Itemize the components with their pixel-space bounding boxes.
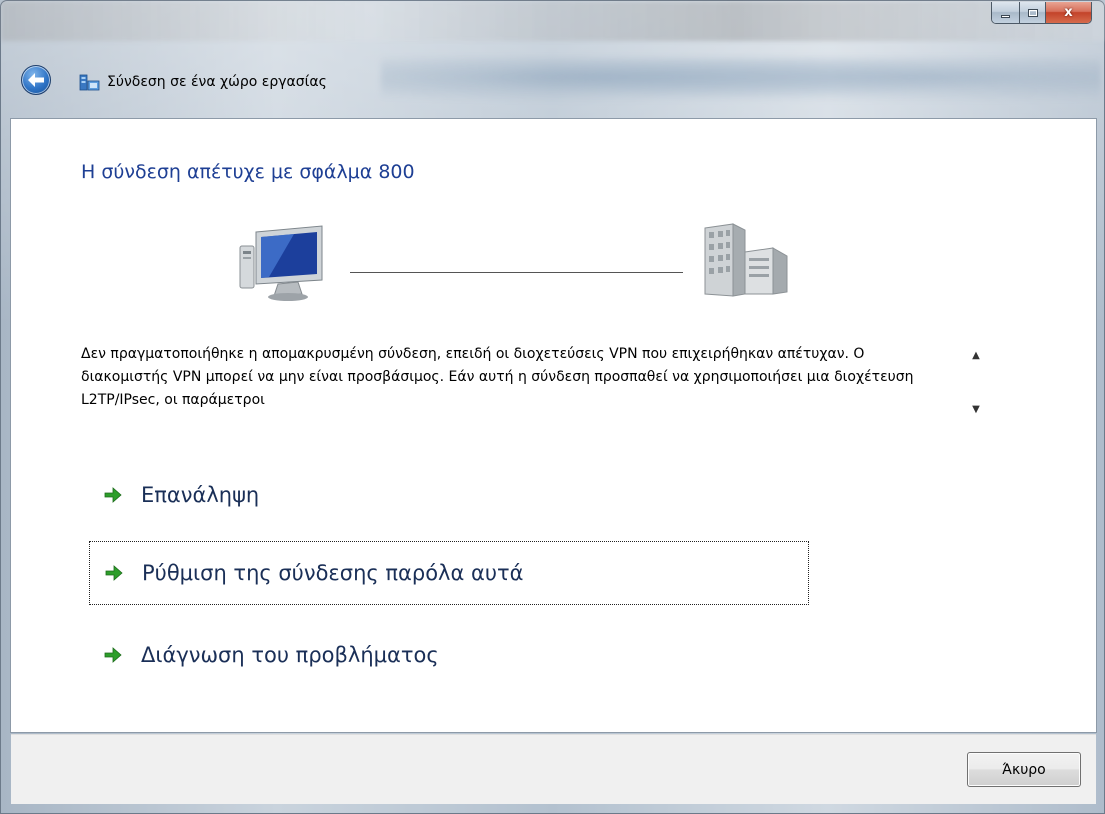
frame-glass-top (1, 1, 1105, 41)
setup-anyway-link[interactable]: Ρύθμιση της σύνδεσης παρόλα αυτά (89, 541, 809, 605)
scroll-down-button[interactable]: ▼ (966, 399, 986, 419)
green-arrow-icon (105, 565, 123, 581)
minimize-icon (1001, 14, 1010, 18)
diagnose-link[interactable]: Διάγνωση του προβλήματος (89, 623, 809, 687)
close-button[interactable]: x (1045, 2, 1091, 23)
error-message: Δεν πραγματοποιήθηκε η απομακρυσμένη σύν… (81, 346, 914, 408)
wizard-content: Η σύνδεση απέτυχε με σφάλμα 800 Δεν πραγ… (10, 118, 1097, 733)
retry-label: Επανάληψη (141, 483, 260, 507)
retry-link[interactable]: Επανάληψη (89, 463, 809, 527)
page-title: Η σύνδεση απέτυχε με σφάλμα 800 (81, 161, 415, 183)
network-place-icon (79, 74, 100, 91)
window-frame: x Σύνδεση σε ένα χώρο εργασίας Η σύνδεση… (0, 0, 1105, 814)
back-button[interactable] (21, 65, 51, 95)
connection-line (350, 272, 683, 273)
minimize-button[interactable] (992, 2, 1019, 23)
window-title: Σύνδεση σε ένα χώρο εργασίας (107, 74, 327, 90)
cancel-button[interactable]: Άκυρο (967, 752, 1081, 787)
back-arrow-icon (28, 73, 44, 87)
maximize-button[interactable] (1019, 2, 1045, 23)
maximize-icon (1027, 8, 1038, 17)
error-message-box[interactable]: Δεν πραγματοποιήθηκε η απομακρυσμένη σύν… (81, 343, 986, 429)
green-arrow-icon (104, 487, 122, 503)
green-arrow-icon (104, 647, 122, 663)
frame-glass-blur (381, 57, 1101, 107)
wizard-footer: Άκυρο (11, 734, 1096, 804)
close-icon: x (1064, 5, 1073, 20)
caption-buttons: x (991, 2, 1092, 24)
scroll-up-button[interactable]: ▲ (966, 345, 986, 365)
server-building-icon (704, 223, 788, 297)
diagnose-label: Διάγνωση του προβλήματος (141, 643, 439, 667)
setup-anyway-label: Ρύθμιση της σύνδεσης παρόλα αυτά (142, 561, 524, 585)
computer-icon (239, 225, 323, 301)
